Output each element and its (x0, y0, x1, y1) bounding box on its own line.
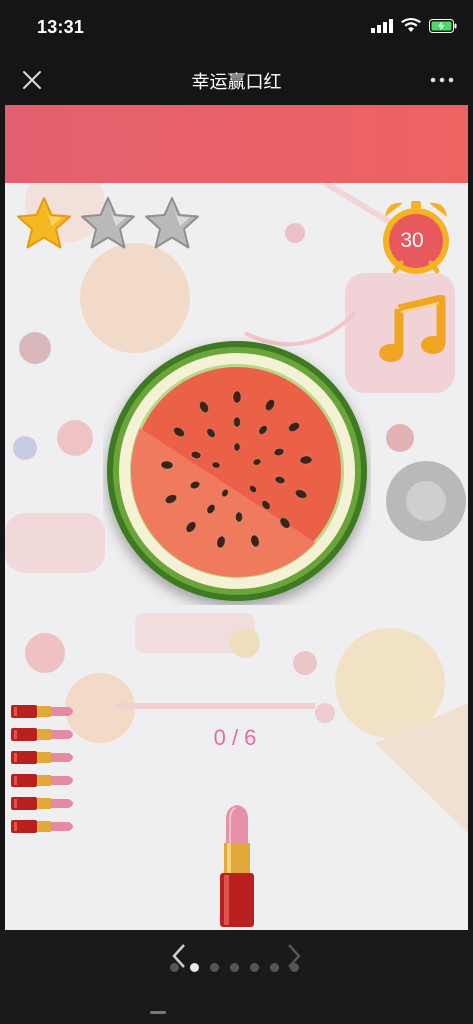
shoot-button-center (406, 481, 446, 521)
nav-bar: 幸运赢口红 (0, 56, 473, 104)
star-icon-filled (17, 197, 71, 249)
page-dot[interactable] (210, 963, 219, 972)
status-icons (371, 18, 457, 33)
page-dot[interactable] (170, 963, 179, 972)
page-dot[interactable] (250, 963, 259, 972)
page-navigator (0, 930, 473, 1024)
status-bar: 13:31 (0, 0, 473, 56)
page-title: 幸运赢口红 (191, 72, 282, 92)
page-dot[interactable] (290, 963, 299, 972)
battery-icon (429, 18, 457, 33)
more-icon[interactable] (429, 70, 455, 90)
page-dot-active[interactable] (190, 963, 199, 972)
lipstick-remaining-icon (11, 705, 73, 718)
wifi-icon (401, 18, 421, 32)
hit-counter: 0 / 6 (213, 725, 257, 750)
lipstick-remaining-icon (11, 728, 73, 741)
page-dot[interactable] (270, 963, 279, 972)
game-area[interactable]: 30 0 / 6 (5, 105, 468, 930)
lipstick-remaining-icon (11, 797, 73, 810)
page-dot[interactable] (230, 963, 239, 972)
home-indicator (150, 1011, 166, 1014)
shoot-button[interactable] (386, 461, 466, 541)
lipstick-remaining-icon (11, 820, 73, 833)
watermelon-target (107, 341, 367, 601)
lipstick-remaining-icon (11, 774, 73, 787)
page-dots (170, 963, 299, 972)
game-header (5, 105, 468, 183)
timer-value: 30 (400, 229, 424, 252)
star-icon-empty (81, 197, 135, 249)
status-time: 13:31 (37, 17, 85, 37)
signal-icon (371, 18, 393, 33)
lipstick-launcher-icon (220, 805, 254, 927)
lipstick-remaining-icon (11, 751, 73, 764)
music-note-icon[interactable] (377, 295, 449, 365)
star-icon-empty (145, 197, 199, 249)
